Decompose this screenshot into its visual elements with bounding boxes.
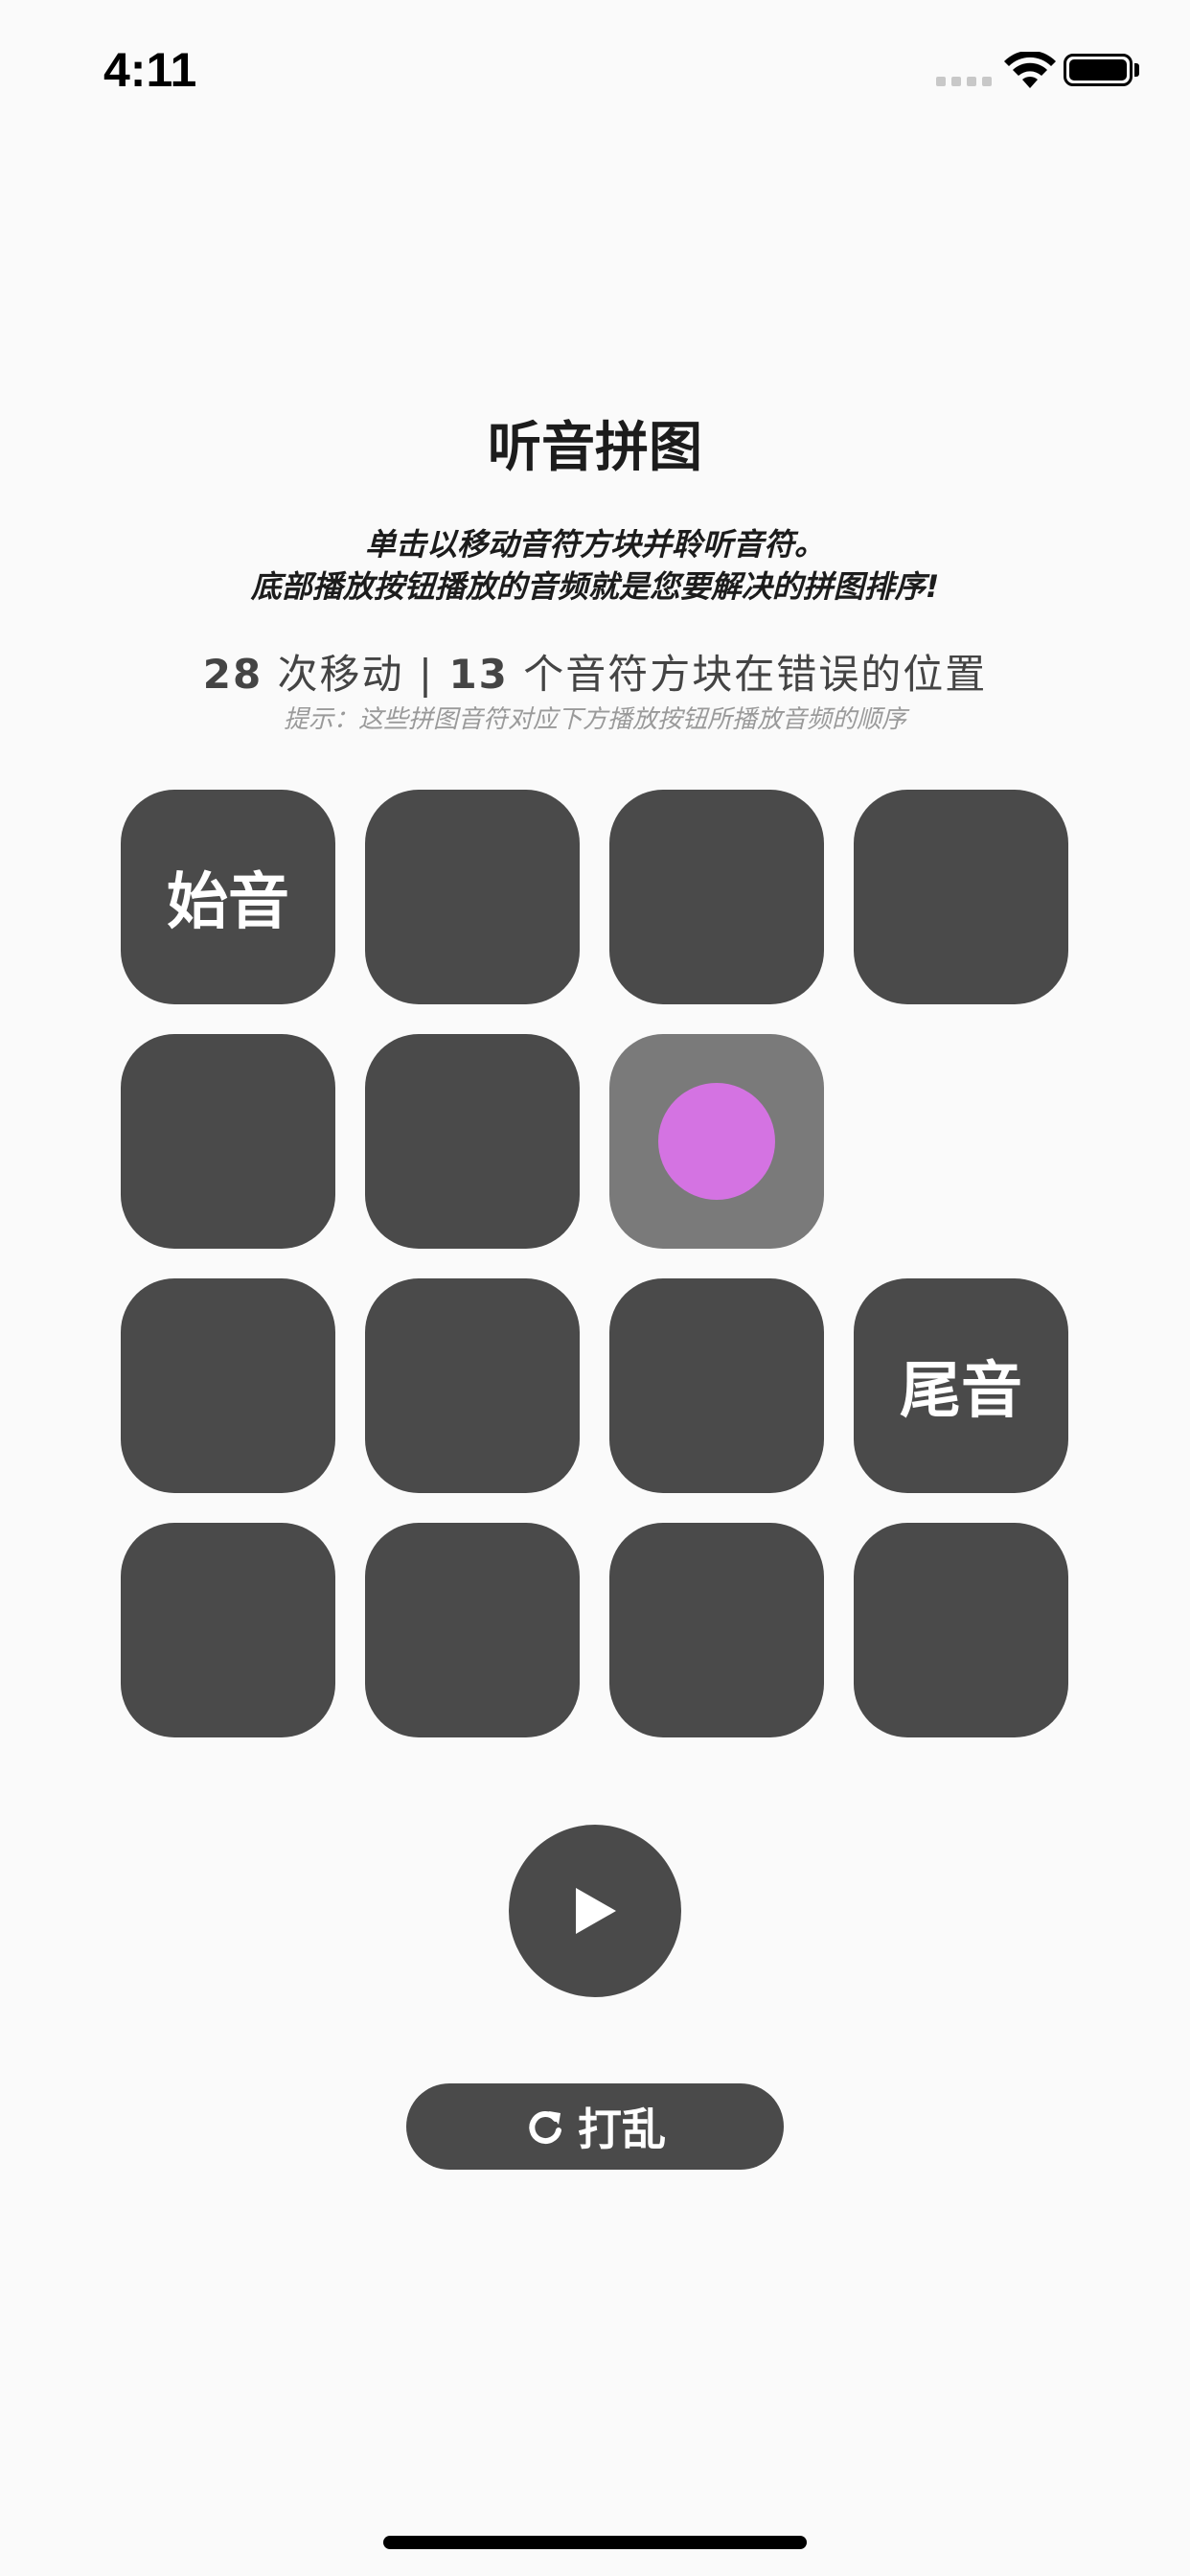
refresh-icon (529, 2111, 561, 2145)
instructions-line-2: 底部播放按钮播放的音频就是您要解决的拼图排序! (250, 568, 940, 605)
note-tile[interactable] (609, 1278, 824, 1493)
home-indicator (383, 2536, 807, 2549)
play-icon (576, 1888, 616, 1934)
wrong-count: 13 (448, 651, 509, 698)
note-dot (658, 1083, 775, 1200)
stats-separator: | (418, 651, 435, 698)
start-tile[interactable]: 始音 (121, 790, 335, 1004)
note-tile[interactable] (365, 1034, 580, 1249)
page-title: 听音拼图 (488, 417, 702, 479)
note-tile[interactable] (854, 790, 1068, 1004)
note-tile[interactable] (365, 1523, 580, 1737)
note-tile[interactable] (609, 1523, 824, 1737)
note-tile[interactable] (121, 1278, 335, 1493)
hint-text: 提示：这些拼图音符对应下方播放按钮所播放音频的顺序 (283, 705, 906, 734)
status-time: 4:11 (103, 43, 197, 97)
note-tile[interactable] (609, 790, 824, 1004)
shuffle-button[interactable]: 打乱 (406, 2083, 784, 2170)
end-tile[interactable]: 尾音 (854, 1278, 1068, 1493)
tile-label: 尾音 (900, 1356, 1022, 1427)
status-bar: 4:11 (0, 0, 1190, 144)
shuffle-label: 打乱 (578, 2104, 666, 2155)
battery-icon (1064, 54, 1133, 86)
wifi-icon (1004, 52, 1056, 88)
wrong-count-label: 个音符方块在错误的位置 (523, 651, 988, 698)
note-tile[interactable] (365, 1278, 580, 1493)
note-tile[interactable] (854, 1523, 1068, 1737)
puzzle-grid: 始音尾音 (121, 790, 1069, 1738)
play-button[interactable] (509, 1825, 681, 1997)
move-stats: 28 次移动 | 13 个音符方块在错误的位置 (0, 642, 1190, 701)
battery-tip (1134, 63, 1139, 77)
note-tile[interactable] (365, 790, 580, 1004)
note-tile[interactable] (121, 1523, 335, 1737)
move-count-label: 次移动 (277, 651, 404, 698)
note-tile[interactable] (121, 1034, 335, 1249)
move-count: 28 (202, 651, 263, 698)
instructions-line-1: 单击以移动音符方块并聆听音符。 (364, 526, 825, 563)
instructions: 单击以移动音符方块并聆听音符。 底部播放按钮播放的音频就是您要解决的拼图排序! (0, 523, 1190, 608)
selected-note-tile[interactable] (609, 1034, 824, 1249)
tile-label: 始音 (167, 867, 289, 938)
cellular-signal-icon (936, 77, 992, 86)
